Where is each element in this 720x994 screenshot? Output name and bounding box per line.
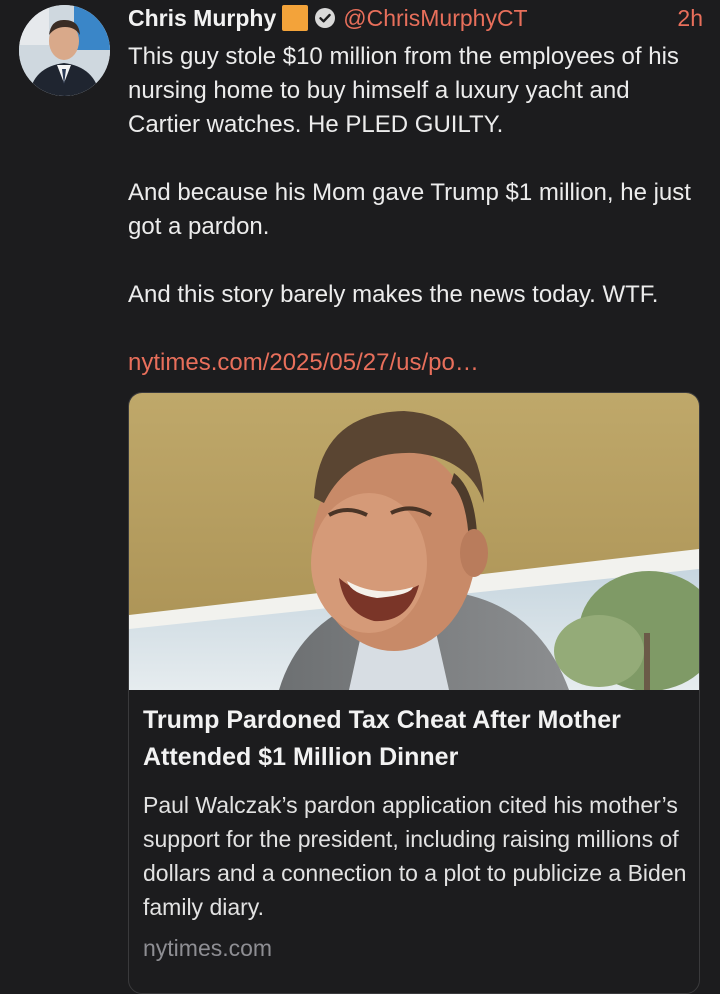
author-name[interactable]: Chris Murphy [128,5,276,32]
orange-square-badge [282,5,309,31]
avatar-photo [19,5,110,96]
article-photo [129,393,699,690]
avatar[interactable] [19,5,110,96]
post[interactable]: Chris Murphy @ChrisMurphyCT 2h This guy … [0,0,720,994]
post-link[interactable]: nytimes.com/2025/05/27/us/po… [128,346,479,380]
post-timestamp[interactable]: 2h [677,5,703,32]
author-handle[interactable]: @ChrisMurphyCT [343,5,527,32]
verified-check-icon [313,6,337,30]
post-header: Chris Murphy @ChrisMurphyCT 2h [128,3,703,33]
card-title[interactable]: Trump Pardoned Tax Cheat After Mother At… [143,702,688,776]
card-domain: nytimes.com [143,935,273,961]
post-body-text: This guy stole $10 million from the empl… [128,43,691,308]
link-preview-card[interactable]: Trump Pardoned Tax Cheat After Mother At… [128,392,700,994]
card-description: Paul Walczak’s pardon application cited … [143,792,687,920]
